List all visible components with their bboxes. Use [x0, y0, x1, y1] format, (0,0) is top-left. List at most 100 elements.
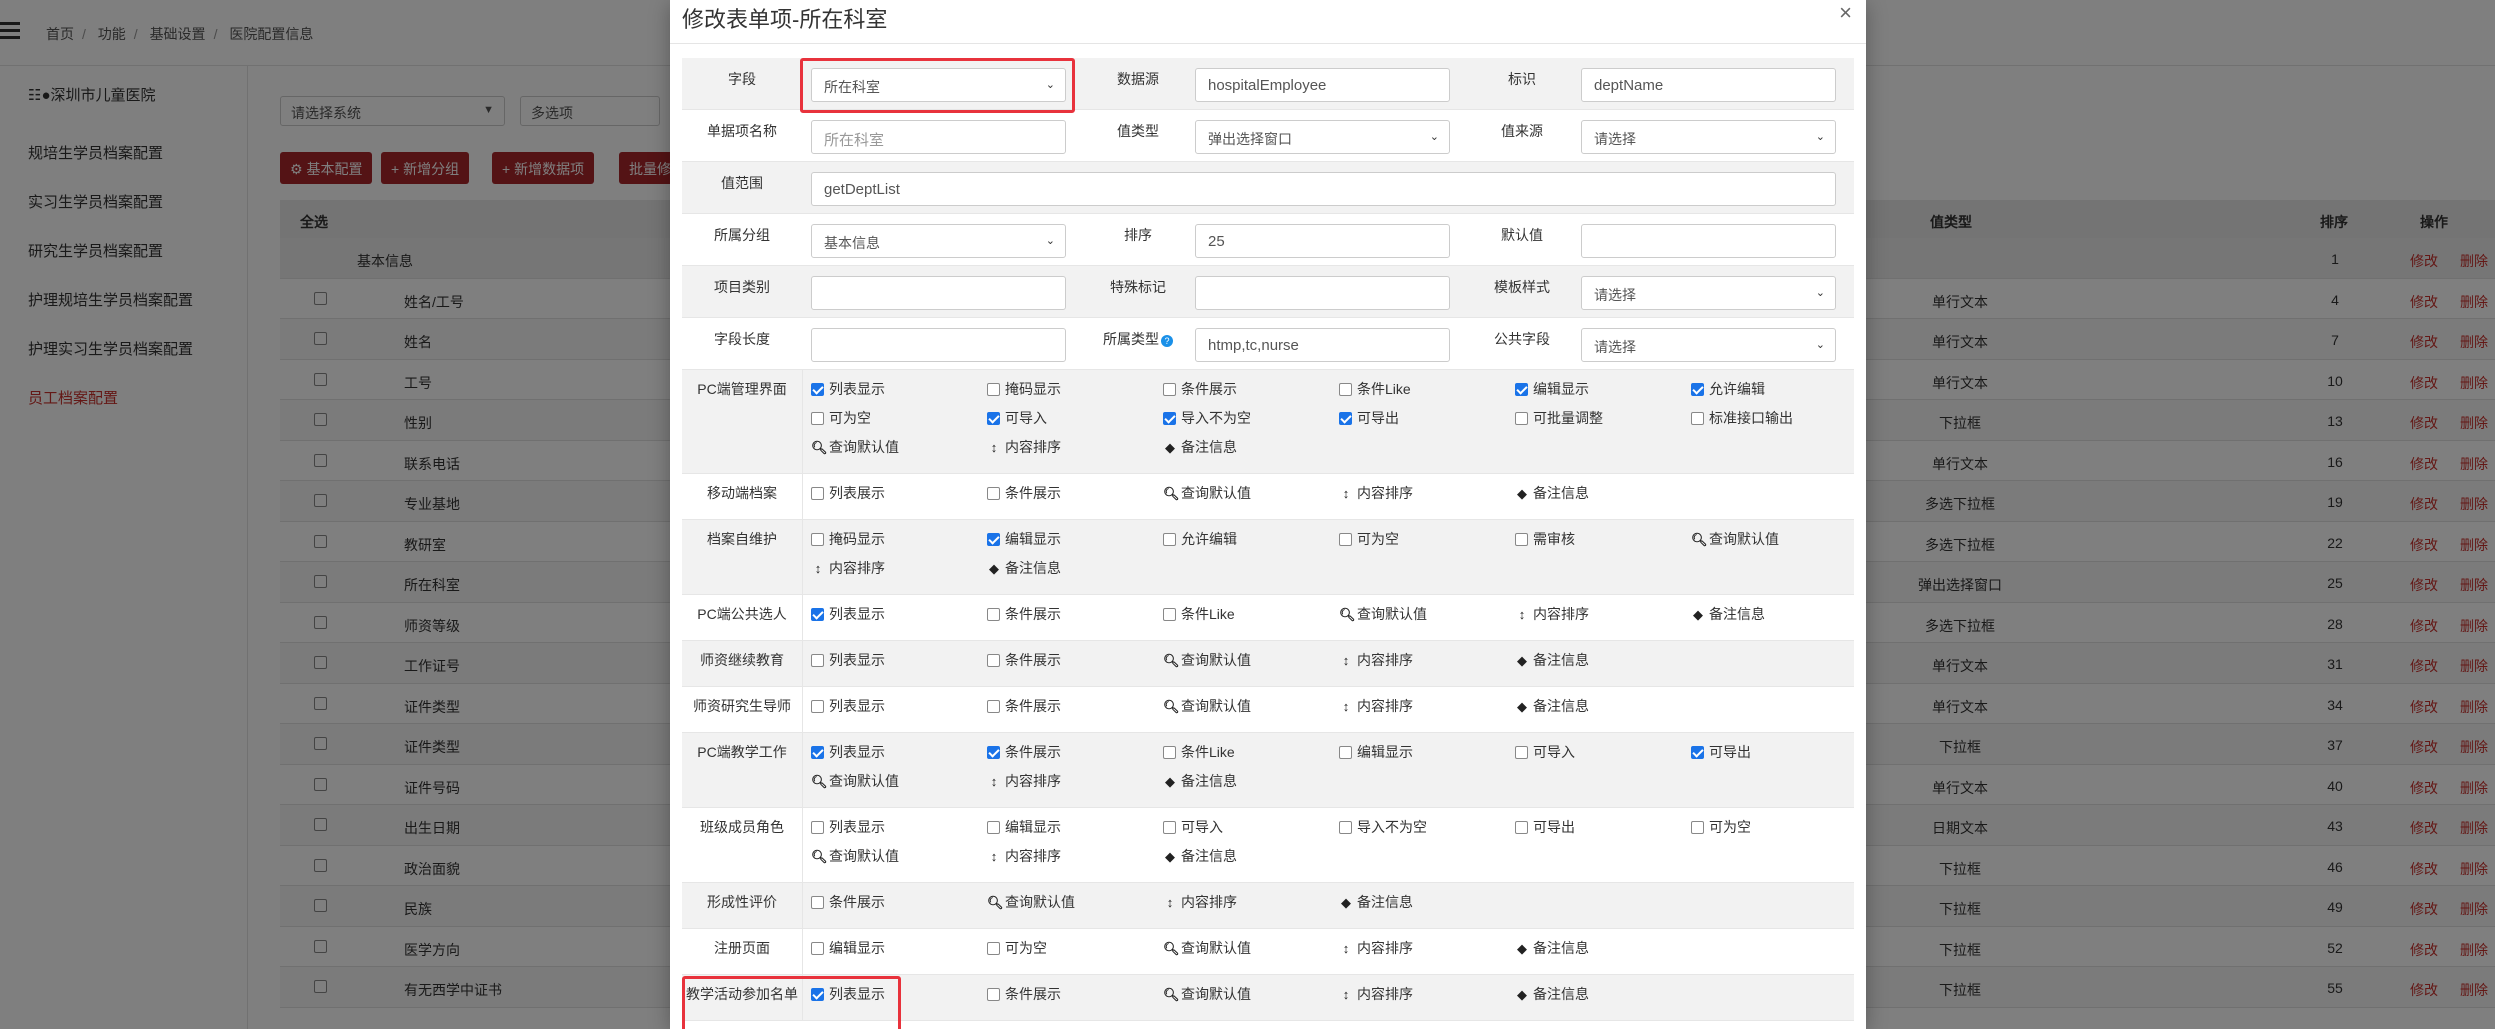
checkbox[interactable]	[1515, 821, 1528, 834]
option-item[interactable]: 可批量调整	[1515, 409, 1603, 427]
option-item[interactable]: ↕ 内容排序	[987, 847, 1061, 865]
checkbox[interactable]	[1163, 746, 1176, 759]
option-item[interactable]: 条件展示	[987, 985, 1061, 1003]
checkbox[interactable]	[811, 487, 824, 500]
option-item[interactable]: 条件展示	[987, 484, 1061, 502]
option-item[interactable]: 条件展示	[987, 743, 1061, 761]
option-item[interactable]: 🔍︎查询默认值	[811, 438, 899, 456]
option-item[interactable]: 🔍︎查询默认值	[987, 893, 1075, 911]
option-item[interactable]: 编辑显示	[1515, 380, 1589, 398]
option-item[interactable]: ◆ 备注信息	[987, 559, 1061, 577]
checkbox-checked[interactable]	[1163, 412, 1176, 425]
option-item[interactable]: 条件Like	[1163, 605, 1235, 623]
option-item[interactable]: 🔍︎查询默认值	[1163, 697, 1251, 715]
checkbox[interactable]	[987, 988, 1000, 1001]
checkbox-checked[interactable]	[1691, 746, 1704, 759]
option-item[interactable]: 🔍︎查询默认值	[1163, 985, 1251, 1003]
checkbox[interactable]	[1163, 533, 1176, 546]
group-select[interactable]: 基本信息 ⌄	[811, 224, 1066, 258]
checkbox-checked[interactable]	[987, 533, 1000, 546]
option-item[interactable]: 🔍︎查询默认值	[1163, 939, 1251, 957]
option-item[interactable]: 可导入	[1163, 818, 1223, 836]
option-item[interactable]: 🔍︎查询默认值	[1163, 484, 1251, 502]
checkbox[interactable]	[1515, 533, 1528, 546]
datasource-input[interactable]: hospitalEmployee	[1195, 68, 1450, 102]
help-icon[interactable]: ?	[1161, 335, 1173, 347]
option-item[interactable]: ↕ 内容排序	[1163, 893, 1237, 911]
checkbox[interactable]	[811, 533, 824, 546]
option-item[interactable]: 编辑显示	[987, 818, 1061, 836]
checkbox-checked[interactable]	[811, 383, 824, 396]
option-item[interactable]: ↕ 内容排序	[987, 772, 1061, 790]
option-item[interactable]: 列表显示	[811, 743, 885, 761]
option-item[interactable]: 列表显示	[811, 818, 885, 836]
checkbox[interactable]	[987, 608, 1000, 621]
checkbox[interactable]	[1515, 412, 1528, 425]
checkbox[interactable]	[1163, 608, 1176, 621]
option-item[interactable]: 列表显示	[811, 605, 885, 623]
option-item[interactable]: 掩码显示	[987, 380, 1061, 398]
option-item[interactable]: 🔍︎查询默认值	[811, 772, 899, 790]
option-item[interactable]: 条件Like	[1339, 380, 1411, 398]
checkbox[interactable]	[987, 700, 1000, 713]
checkbox[interactable]	[1691, 821, 1704, 834]
checkbox-checked[interactable]	[987, 746, 1000, 759]
checkbox[interactable]	[1163, 821, 1176, 834]
option-item[interactable]: 可导出	[1515, 818, 1575, 836]
option-item[interactable]: ◆ 备注信息	[1691, 605, 1765, 623]
option-item[interactable]: 可导入	[1515, 743, 1575, 761]
option-item[interactable]: ↕ 内容排序	[1339, 484, 1413, 502]
option-item[interactable]: ↕ 内容排序	[1515, 605, 1589, 623]
checkbox-checked[interactable]	[1339, 412, 1352, 425]
option-item[interactable]: 🔍︎查询默认值	[1339, 605, 1427, 623]
option-item[interactable]: 条件Like	[1163, 743, 1235, 761]
option-item[interactable]: 可导入	[987, 409, 1047, 427]
option-item[interactable]: 编辑显示	[987, 530, 1061, 548]
option-item[interactable]: 🔍︎查询默认值	[1691, 530, 1779, 548]
option-item[interactable]: 可导出	[1339, 409, 1399, 427]
checkbox[interactable]	[1339, 821, 1352, 834]
option-item[interactable]: ◆ 备注信息	[1515, 697, 1589, 715]
default-value-input[interactable]	[1581, 224, 1836, 258]
checkbox[interactable]	[987, 383, 1000, 396]
option-item[interactable]: ◆ 备注信息	[1515, 939, 1589, 957]
option-item[interactable]: ↕ 内容排序	[1339, 697, 1413, 715]
option-item[interactable]: ↕ 内容排序	[1339, 939, 1413, 957]
owner-type-input[interactable]: htmp,tc,nurse	[1195, 328, 1450, 362]
public-field-select[interactable]: 请选择 ⌄	[1581, 328, 1836, 362]
option-item[interactable]: ↕ 内容排序	[987, 438, 1061, 456]
field-length-input[interactable]	[811, 328, 1066, 362]
option-item[interactable]: 可为空	[1691, 818, 1751, 836]
option-item[interactable]: 条件展示	[987, 651, 1061, 669]
option-item[interactable]: 允许编辑	[1691, 380, 1765, 398]
template-select[interactable]: 请选择 ⌄	[1581, 276, 1836, 310]
option-item[interactable]: ◆ 备注信息	[1515, 985, 1589, 1003]
checkbox[interactable]	[987, 654, 1000, 667]
checkbox-checked[interactable]	[811, 746, 824, 759]
option-item[interactable]: 导入不为空	[1339, 818, 1427, 836]
value-type-select[interactable]: 弹出选择窗口 ⌄	[1195, 120, 1450, 154]
option-item[interactable]: 列表显示	[811, 380, 885, 398]
identifier-input[interactable]: deptName	[1581, 68, 1836, 102]
option-item[interactable]: 可为空	[1339, 530, 1399, 548]
option-item[interactable]: 条件展示	[1163, 380, 1237, 398]
option-item[interactable]: 可为空	[811, 409, 871, 427]
checkbox[interactable]	[811, 700, 824, 713]
option-item[interactable]: ◆ 备注信息	[1163, 772, 1237, 790]
checkbox[interactable]	[811, 412, 824, 425]
checkbox-checked[interactable]	[987, 412, 1000, 425]
item-name-input[interactable]: 所在科室	[811, 120, 1066, 154]
checkbox[interactable]	[811, 821, 824, 834]
option-item[interactable]: 条件展示	[811, 893, 885, 911]
option-item[interactable]: 编辑显示	[1339, 743, 1413, 761]
checkbox[interactable]	[987, 821, 1000, 834]
option-item[interactable]: 条件展示	[987, 697, 1061, 715]
option-item[interactable]: 可导出	[1691, 743, 1751, 761]
checkbox-checked[interactable]	[811, 608, 824, 621]
value-source-select[interactable]: 请选择 ⌄	[1581, 120, 1836, 154]
checkbox[interactable]	[811, 654, 824, 667]
option-item[interactable]: 编辑显示	[811, 939, 885, 957]
option-item[interactable]: 列表显示	[811, 697, 885, 715]
option-item[interactable]: ↕ 内容排序	[811, 559, 885, 577]
checkbox[interactable]	[1339, 533, 1352, 546]
